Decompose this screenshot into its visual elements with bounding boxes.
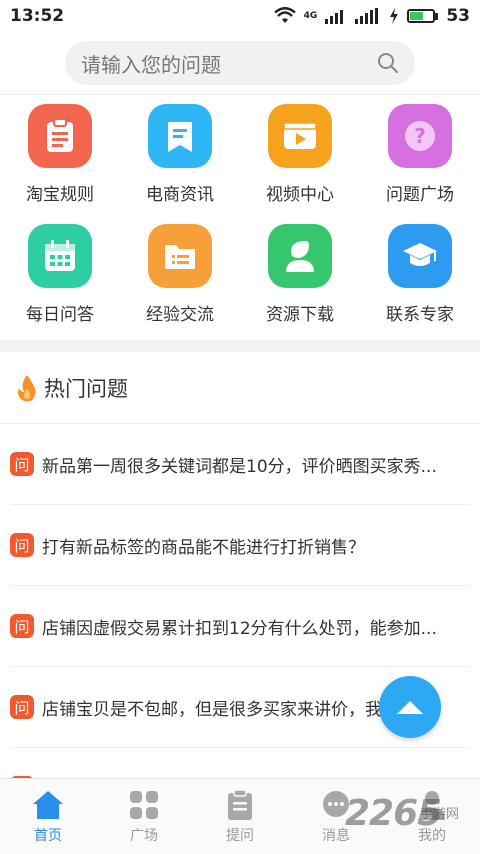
question-row[interactable]: 问 店铺因虚假交易累计扣到12分有什么处罚，能参加...: [10, 586, 470, 667]
folder-icon: [148, 224, 212, 288]
bookmark-doc-icon: [148, 104, 212, 168]
battery-icon: [407, 9, 436, 23]
wifi-icon: [273, 7, 296, 23]
question-row[interactable]: 问 新品第一周很多关键词都是10分，评价晒图买家秀...: [10, 424, 470, 505]
question-badge: 问: [10, 614, 34, 638]
category-video-center[interactable]: 视频中心: [240, 100, 360, 220]
category-taobao-rules[interactable]: 淘宝规则: [0, 100, 120, 220]
tab-home[interactable]: 首页: [0, 779, 96, 854]
category-daily-qa[interactable]: 每日问答: [0, 220, 120, 340]
question-text: 新品第一周很多关键词都是10分，评价晒图买家秀...: [42, 456, 437, 477]
category-experience-exchange[interactable]: 经验交流: [120, 220, 240, 340]
grid-icon: [130, 790, 158, 819]
search-icon[interactable]: [377, 52, 399, 74]
question-badge: 问: [10, 533, 34, 557]
category-contact-expert[interactable]: 联系专家: [360, 220, 480, 340]
question-row[interactable]: 问 打有新品标签的商品能不能进行打折销售？: [10, 505, 470, 586]
video-icon: [268, 104, 332, 168]
status-bar: 13:52 4G 53: [0, 0, 480, 32]
category-ecommerce-news[interactable]: 电商资讯: [120, 100, 240, 220]
category-label: 电商资讯: [146, 185, 214, 205]
charging-icon: [390, 8, 399, 24]
category-label: 每日问答: [26, 305, 94, 325]
flame-icon: [18, 374, 36, 401]
tab-label: 提问: [226, 827, 254, 844]
category-question-square[interactable]: ? 问题广场: [360, 100, 480, 220]
search-bar: 请输入您的问题: [0, 32, 480, 95]
signal-icon-2: [355, 8, 379, 24]
signal-icon: [325, 10, 344, 24]
category-grid: 淘宝规则 电商资讯 视频中心 ? 问题广场 每日问答 经验交流 资源下载 联系专…: [0, 100, 480, 340]
category-label: 资源下载: [266, 305, 334, 325]
category-resource-download[interactable]: 资源下载: [240, 220, 360, 340]
scroll-top-button[interactable]: [379, 676, 441, 738]
calendar-icon: [28, 224, 92, 288]
watermark-subtitle: 手游网: [420, 807, 460, 822]
category-label: 经验交流: [146, 305, 214, 325]
svg-text:?: ?: [414, 124, 426, 148]
graduation-cap-icon: [388, 224, 452, 288]
clipboard-icon: [28, 104, 92, 168]
tab-label: 广场: [130, 827, 158, 844]
category-label: 问题广场: [386, 185, 454, 205]
chevron-up-icon: [397, 701, 423, 714]
question-badge: 问: [10, 695, 34, 719]
category-label: 淘宝规则: [26, 185, 94, 205]
section-divider: [0, 340, 480, 352]
user-leaf-icon: [268, 224, 332, 288]
home-icon: [33, 790, 63, 819]
battery-level: 53: [446, 6, 470, 26]
category-label: 联系专家: [386, 305, 454, 325]
battery-tip: [435, 12, 439, 20]
tab-ask[interactable]: 提问: [192, 779, 288, 854]
hot-questions-header: 热门问题: [0, 352, 480, 424]
question-text: 打有新品标签的商品能不能进行打折销售？: [42, 537, 365, 558]
question-icon: ?: [388, 104, 452, 168]
question-badge: 问: [10, 452, 34, 476]
hot-questions-title: 热门问题: [44, 376, 128, 401]
search-placeholder: 请输入您的问题: [81, 52, 221, 77]
tab-label: 首页: [34, 827, 62, 844]
category-label: 视频中心: [266, 185, 334, 205]
tab-square[interactable]: 广场: [96, 779, 192, 854]
network-label: 4G: [303, 11, 318, 21]
search-input[interactable]: 请输入您的问题: [65, 41, 415, 85]
status-icons: 4G 53: [273, 6, 470, 26]
status-time: 13:52: [10, 6, 65, 26]
question-text: 店铺因虚假交易累计扣到12分有什么处罚，能参加...: [42, 618, 437, 639]
clipboard-icon: [228, 788, 252, 820]
